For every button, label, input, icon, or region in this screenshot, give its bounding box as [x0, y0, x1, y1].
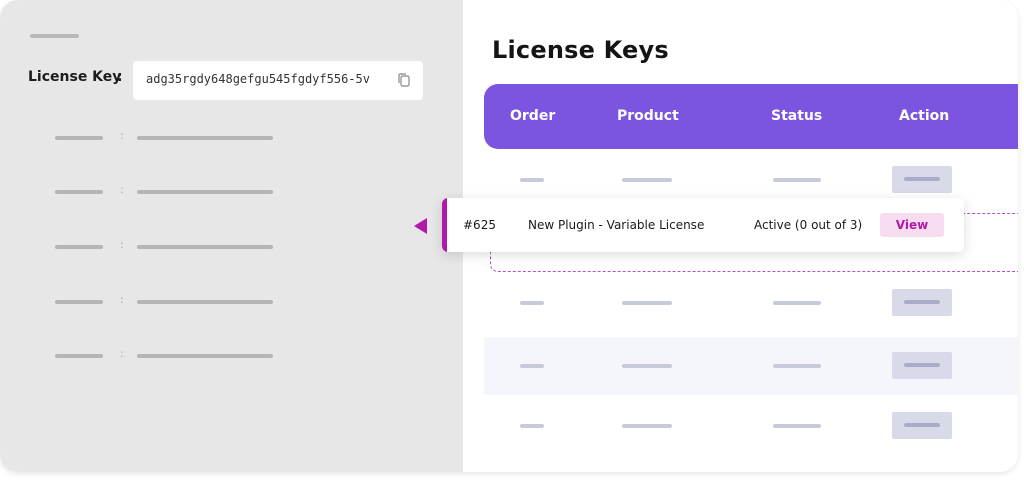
placeholder-line — [55, 354, 103, 358]
placeholder-line — [520, 301, 544, 305]
placeholder-line — [30, 34, 79, 38]
pointer-arrow-icon — [414, 218, 427, 234]
table-row — [484, 274, 1018, 332]
column-header-action[interactable]: Action — [899, 108, 949, 124]
license-status: Active (0 out of 3) — [754, 218, 863, 232]
highlighted-license-row[interactable]: #625 New Plugin - Variable License Activ… — [442, 198, 964, 252]
placeholder-colon: : — [120, 129, 124, 142]
placeholder-line — [137, 190, 273, 194]
license-detail-panel: License Key : adg35rgdy648gefgu545fgdyf5… — [0, 0, 463, 472]
placeholder-row: : — [55, 183, 275, 197]
placeholder-line — [773, 178, 821, 182]
placeholder-line — [520, 424, 544, 428]
placeholder-line — [904, 300, 940, 304]
placeholder-line — [520, 178, 544, 182]
placeholder-colon: : — [120, 183, 124, 196]
table-row — [484, 397, 1018, 455]
action-placeholder-button[interactable] — [892, 412, 952, 439]
placeholder-line — [622, 364, 672, 368]
placeholder-row: : — [55, 129, 275, 143]
view-button[interactable]: View — [880, 213, 944, 237]
placeholder-line — [773, 364, 821, 368]
placeholder-colon: : — [120, 238, 124, 251]
placeholder-line — [55, 300, 103, 304]
placeholder-line — [55, 136, 103, 140]
placeholder-line — [773, 301, 821, 305]
action-placeholder-button[interactable] — [892, 166, 952, 193]
placeholder-line — [904, 363, 940, 367]
column-header-status[interactable]: Status — [771, 108, 822, 124]
placeholder-line — [137, 136, 273, 140]
placeholder-line — [137, 300, 273, 304]
placeholder-line — [622, 301, 672, 305]
placeholder-row: : — [55, 238, 275, 252]
placeholder-line — [622, 424, 672, 428]
action-placeholder-button[interactable] — [892, 352, 952, 379]
placeholder-line — [520, 364, 544, 368]
placeholder-line — [773, 424, 821, 428]
placeholder-line — [137, 354, 273, 358]
placeholder-line — [55, 245, 103, 249]
action-placeholder-button[interactable] — [892, 289, 952, 316]
placeholder-line — [55, 190, 103, 194]
placeholder-colon: : — [120, 347, 124, 360]
placeholder-line — [904, 177, 940, 181]
placeholder-line — [904, 423, 940, 427]
highlight-accent-bar — [442, 198, 447, 252]
placeholder-row: : — [55, 347, 275, 361]
license-key-field[interactable]: adg35rgdy648gefgu545fgdyf556-5v — [133, 61, 423, 100]
placeholder-colon: : — [120, 293, 124, 306]
column-header-order[interactable]: Order — [510, 108, 555, 124]
placeholder-line — [622, 178, 672, 182]
column-header-product[interactable]: Product — [617, 108, 679, 124]
order-number: #625 — [463, 218, 496, 232]
license-key-colon: : — [117, 69, 123, 85]
product-name: New Plugin - Variable License — [528, 218, 705, 232]
table-row — [484, 337, 1018, 395]
placeholder-line — [137, 245, 273, 249]
table-header: Order Product Status Action — [484, 84, 1018, 149]
app-frame: License Key : adg35rgdy648gefgu545fgdyf5… — [0, 0, 1018, 472]
page-title: License Keys — [492, 36, 669, 64]
placeholder-row: : — [55, 293, 275, 307]
copy-icon[interactable] — [396, 72, 412, 88]
license-key-value: adg35rgdy648gefgu545fgdyf556-5v — [146, 72, 370, 86]
license-key-label: License Key — [28, 69, 122, 85]
